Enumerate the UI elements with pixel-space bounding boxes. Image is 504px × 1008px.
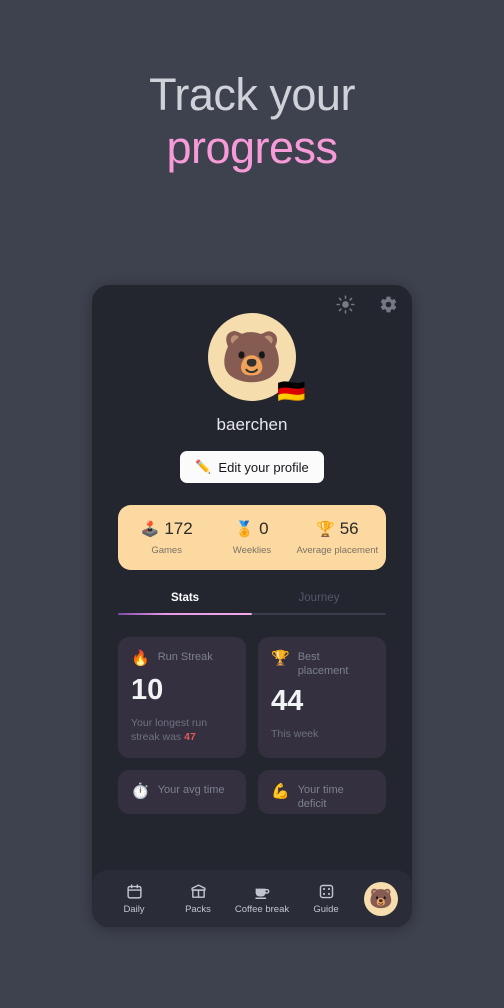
card-head: 💪 Your time deficit [271,783,373,812]
pencil-icon: ✏️ [195,459,212,474]
sun-icon[interactable] [336,295,355,314]
fire-icon: 🔥 [131,649,150,667]
tab-stats[interactable]: Stats [118,592,252,613]
stat-card-avg-time[interactable]: ⏱️ Your avg time [118,769,246,814]
stat-card-value: 44 [271,685,304,718]
stat-cards-grid: 🔥 Run Streak 10 Your longest run streak … [118,636,386,758]
gear-icon[interactable] [379,295,398,314]
hero-line-2: progress [166,122,338,173]
stat-card-value: 10 [131,674,164,707]
tab-journey[interactable]: Journey [252,592,386,613]
stat-card-run-streak[interactable]: 🔥 Run Streak 10 Your longest run streak … [118,636,246,758]
nav-item-daily[interactable]: Daily [102,882,166,915]
phone-mockup: 🐻 🇩🇪 baerchen ✏️ Edit your profile 🕹️ 17… [92,285,412,927]
gift-box-icon [166,882,230,900]
card-head: ⏱️ Your avg time [131,783,233,800]
tab-indicator-inactive [252,612,386,615]
nav-label-coffee-break: Coffee break [234,904,290,915]
profile-avatar-icon[interactable]: 🐻 [364,881,398,916]
username-label: baerchen [216,415,288,434]
calendar-icon [102,882,166,900]
summary-label-average-placement: Average placement [296,545,379,556]
nav-item-guide[interactable]: Guide [294,882,358,915]
dice-icon [294,882,358,900]
medal-icon: 🏅 [235,520,255,538]
trophy-icon: 🏆 [316,520,335,538]
nav-item-coffee-break[interactable]: Coffee break [230,882,294,915]
tab-indicator-active [118,612,252,615]
edit-profile-button[interactable]: ✏️ Edit your profile [180,451,324,483]
nav-label-guide: Guide [313,904,339,915]
summary-banner: 🕹️ 172 Games 🏅 0 Weeklies 🏆 56 Average p… [118,505,386,570]
stat-card-time-deficit[interactable]: 💪 Your time deficit [258,769,386,814]
summary-cell-weeklies: 🏅 0 Weeklies [209,519,294,557]
stat-cards-grid-partial: ⏱️ Your avg time 💪 Your time deficit [118,769,386,814]
card-head: 🏆 Best placement [271,650,373,679]
hero-headline: Track your progress [0,72,504,170]
summary-cell-average-placement: 🏆 56 Average placement [295,519,380,557]
tab-indicator-rail [118,612,386,615]
germany-flag-icon: 🇩🇪 [277,378,306,404]
profile-section: 🐻 🇩🇪 baerchen ✏️ Edit your profile [92,285,412,483]
stat-card-footer-text: This week [271,727,319,740]
tab-bar: Stats Journey [118,592,386,613]
stopwatch-icon: ⏱️ [131,782,150,800]
avatar-wrapper: 🐻 🇩🇪 [208,313,306,403]
trophy-icon: 🏆 [271,649,290,667]
stat-card-footer: This week [271,727,373,741]
nav-item-packs[interactable]: Packs [166,882,230,915]
coffee-cup-icon [230,882,294,900]
stat-card-best-placement[interactable]: 🏆 Best placement 44 This week [258,636,386,758]
summary-top-weeklies: 🏅 0 [209,519,294,539]
summary-label-weeklies: Weeklies [232,545,272,556]
summary-cell-games: 🕹️ 172 Games [124,519,209,557]
summary-top-average-placement: 🏆 56 [295,519,380,539]
summary-label-games: Games [151,545,182,556]
edit-profile-label: Edit your profile [218,459,309,475]
summary-value-weeklies: 0 [259,519,269,538]
card-head: 🔥 Run Streak [131,650,233,667]
hero-line-1: Track your [149,69,355,120]
nav-label-packs: Packs [185,904,211,915]
stat-card-footer: Your longest run streak was 47 [131,716,233,744]
nav-label-daily: Daily [123,904,145,915]
screen-topbar [336,295,398,314]
summary-value-average-placement: 56 [339,519,359,538]
stat-card-title: Your avg time [157,783,225,796]
stat-card-title: Your time deficit [297,783,344,811]
stat-card-title: Run Streak [157,650,213,663]
stat-card-title: Best placement [297,650,349,678]
joystick-icon: 🕹️ [140,520,160,538]
flexed-biceps-icon: 💪 [271,782,290,800]
stat-card-footer-highlight: 47 [184,730,196,743]
summary-top-games: 🕹️ 172 [124,519,209,539]
summary-value-games: 172 [164,519,193,538]
bottom-navigation-bar: Daily Packs Coffee break Guide 🐻 [92,870,412,927]
